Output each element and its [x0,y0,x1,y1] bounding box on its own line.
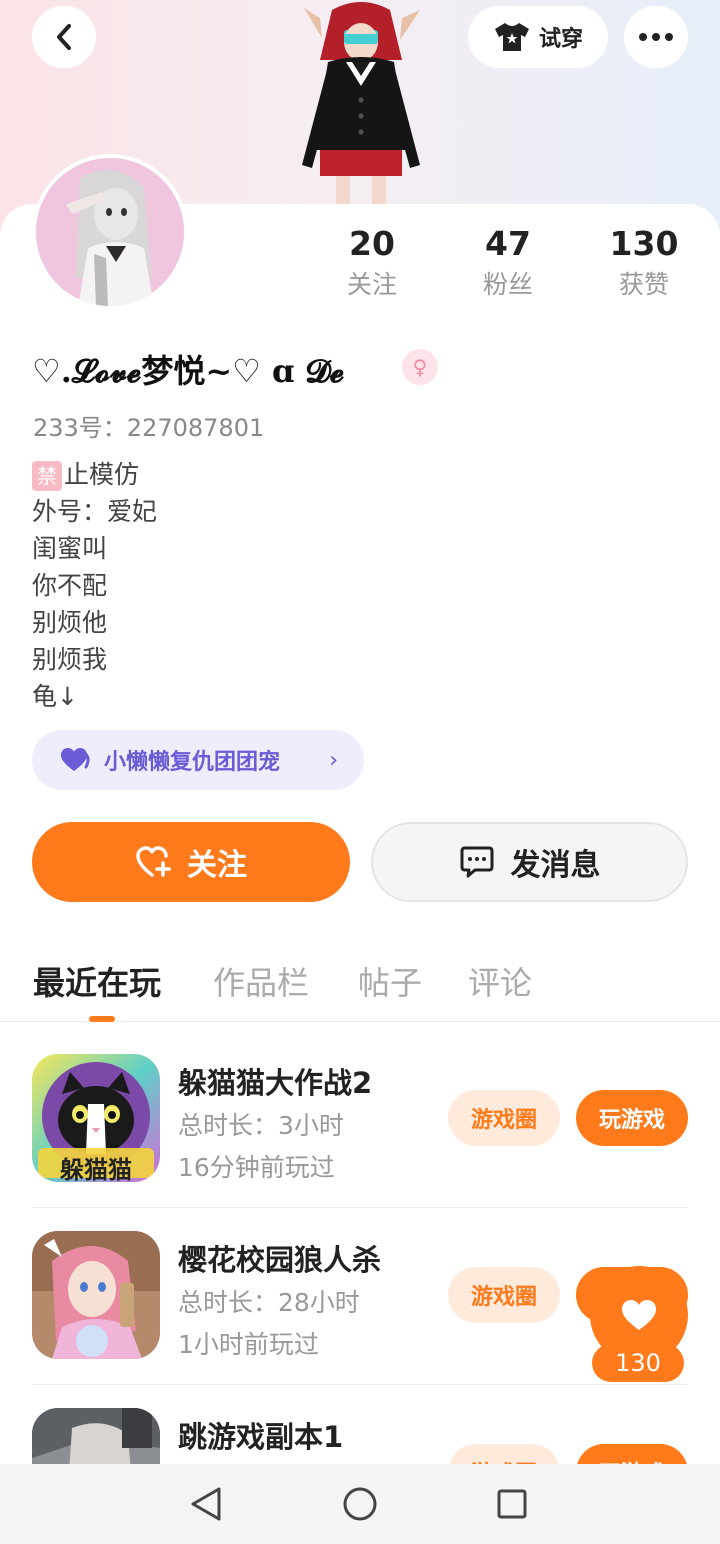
user-id[interactable]: 233号：227087801 [33,408,264,443]
avatar-image [36,158,184,306]
bio-line: 龟↓ [32,682,78,711]
forbidden-badge-icon: 禁 [32,461,62,491]
heart-icon [622,1300,656,1330]
game-list-item[interactable]: 跳游戏副本1 游戏圈 玩游戏 [32,1408,688,1464]
send-message-label: 发消息 [510,848,601,883]
divider [32,1207,688,1208]
nav-recents-button[interactable] [492,1484,532,1524]
group-badge-button[interactable]: 小懒懒复仇团团宠 › [32,730,364,790]
game-icon-sakura-werewolf [32,1231,160,1359]
square-recents-icon [497,1489,527,1519]
try-on-button[interactable]: 试穿 [468,6,608,68]
game-icon-text: 躲猫猫 [60,1156,132,1182]
stat-following-label: 关注 [346,270,397,299]
send-message-button[interactable]: 发消息 [371,822,688,902]
heart-icon [61,748,90,771]
tab-recently-played[interactable]: 最近在玩 [33,958,161,1004]
tshirt-icon [494,23,529,51]
system-navigation-bar [0,1464,720,1544]
stat-followers-value: 47 [485,224,531,263]
stat-likes[interactable]: 130 获赞 [584,224,704,300]
user-nickname: ♡.𝓛𝓸𝓿𝓮梦悦~♡ ɑ 𝓓𝓮 [32,352,345,390]
stat-followers-label: 粉丝 [482,270,533,299]
game-circle-button[interactable]: 游戏圈 [448,1090,560,1146]
bio-line: 别烦他 [32,608,108,637]
bio-line: 闺蜜叫 [32,534,108,563]
tab-comments[interactable]: 评论 [468,958,532,1004]
group-badge-label: 小懒懒复仇团团宠 [104,750,281,775]
tab-works[interactable]: 作品栏 [213,958,309,1004]
chat-bubble-icon [460,846,493,878]
active-tab-indicator [89,1016,115,1022]
user-bio: 禁止模仿 外号：爱妃 闺蜜叫 你不配 别烦他 别烦我 龟↓ [32,456,157,715]
tab-posts[interactable]: 帖子 [358,958,422,1004]
follow-label: 关注 [187,848,247,883]
avatar[interactable] [32,154,188,310]
more-button[interactable] [624,6,688,68]
stat-following-value: 20 [349,224,395,263]
bio-line: 别烦我 [32,645,108,674]
game-play-duration: 总时长：28小时 [178,1288,360,1317]
game-name: 跳游戏副本1 [178,1420,344,1454]
stat-following[interactable]: 20 关注 [312,224,432,300]
play-game-button[interactable]: 玩游戏 [576,1090,688,1146]
game-icon-hide-and-seek: 躲猫猫 [32,1054,160,1182]
avatar-character-figure [302,2,420,205]
play-game-button[interactable]: 玩游戏 [576,1444,688,1464]
nav-home-button[interactable] [340,1484,380,1524]
game-circle-button[interactable]: 游戏圈 [448,1267,560,1323]
stat-followers[interactable]: 47 粉丝 [448,224,568,300]
circle-home-icon [343,1487,377,1521]
like-count-badge: 130 [592,1344,684,1382]
back-button[interactable] [32,6,96,68]
follow-button[interactable]: 关注 [32,822,350,902]
game-icon-jump-game [32,1408,160,1464]
chevron-left-icon [57,24,71,50]
bio-line: 禁止模仿 [32,456,157,493]
heart-plus-icon [136,846,171,877]
triangle-back-icon [191,1487,221,1521]
stat-likes-value: 130 [609,224,679,263]
divider [32,1384,688,1385]
game-list-item[interactable]: 樱花校园狼人杀 总时长：28小时 1小时前玩过 游戏圈 玩游戏 [32,1231,688,1361]
game-circle-button[interactable]: 游戏圈 [448,1444,560,1464]
try-on-label: 试穿 [538,27,583,52]
nav-back-button[interactable] [186,1484,226,1524]
profile-tabs: 最近在玩 作品栏 帖子 评论 [0,950,720,1022]
stat-likes-label: 获赞 [618,270,669,299]
more-dots-icon [639,33,673,41]
game-play-duration: 总时长：3小时 [178,1111,344,1140]
bio-line: 你不配 [32,571,108,600]
game-list-item[interactable]: 躲猫猫 躲猫猫大作战2 总时长：3小时 16分钟前玩过 游戏圈 玩游戏 [32,1054,688,1184]
game-name: 樱花校园狼人杀 [178,1243,382,1277]
game-last-played: 1小时前玩过 [178,1330,319,1359]
bio-line: 外号：爱妃 [32,497,158,526]
game-last-played: 16分钟前玩过 [178,1153,335,1182]
game-name: 躲猫猫大作战2 [178,1066,373,1100]
female-gender-icon: ♀ [402,349,438,385]
chevron-right-icon: › [329,747,338,773]
